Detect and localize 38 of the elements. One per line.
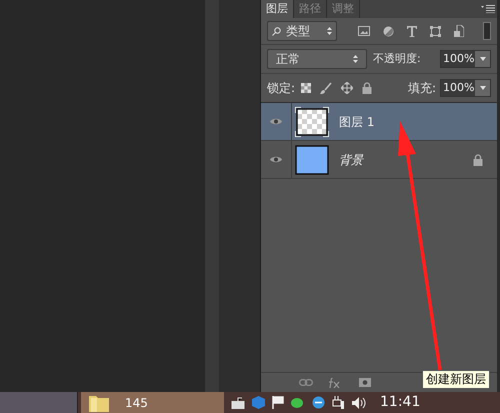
layer-row[interactable]: 背景 bbox=[261, 141, 497, 179]
cube-icon[interactable] bbox=[252, 396, 265, 409]
layer-row[interactable]: 图层 1 bbox=[261, 103, 497, 141]
type-icon[interactable] bbox=[407, 26, 417, 36]
filter-toggle[interactable] bbox=[483, 22, 491, 40]
clock[interactable]: 11:41 bbox=[380, 392, 420, 413]
shape-icon[interactable] bbox=[430, 26, 441, 36]
opacity-label: 不透明度: bbox=[373, 50, 421, 67]
tooltip: 创建新图层 bbox=[422, 370, 490, 389]
menu-icon[interactable] bbox=[481, 5, 495, 13]
updown-arrows-icon bbox=[353, 55, 358, 63]
transparent-thumbnail bbox=[295, 106, 329, 136]
layer-name: 背景 bbox=[339, 152, 363, 168]
document-icon[interactable] bbox=[454, 25, 464, 37]
speaker-icon[interactable] bbox=[352, 396, 366, 408]
fill-label: 填充: bbox=[408, 80, 436, 97]
panel-tab[interactable]: 图层 bbox=[261, 0, 294, 18]
layer-name: 图层 1 bbox=[339, 114, 374, 130]
circle-icon[interactable] bbox=[383, 26, 394, 36]
filter-dropdown[interactable]: 类型 bbox=[267, 21, 337, 41]
mask-icon[interactable] bbox=[359, 378, 371, 387]
keyboard-icon[interactable] bbox=[231, 396, 245, 408]
lock-icon bbox=[362, 82, 372, 94]
brush-icon[interactable] bbox=[320, 82, 332, 94]
eye-icon[interactable] bbox=[269, 155, 283, 164]
updown-arrows-icon bbox=[327, 27, 332, 35]
folder-icon bbox=[89, 394, 109, 412]
image-icon[interactable] bbox=[358, 26, 370, 36]
layer-lock-icon bbox=[473, 154, 483, 166]
move-icon[interactable] bbox=[341, 82, 354, 94]
checker-icon[interactable] bbox=[301, 83, 312, 93]
link-icon[interactable] bbox=[299, 379, 313, 386]
eye-icon[interactable] bbox=[269, 117, 283, 126]
lock-label: 锁定: bbox=[267, 80, 296, 97]
flag-icon[interactable] bbox=[272, 396, 284, 409]
blend-mode-dropdown[interactable]: 正常 bbox=[267, 49, 367, 69]
search-icon bbox=[272, 26, 281, 36]
taskbar-button[interactable]: 145 bbox=[81, 392, 224, 413]
